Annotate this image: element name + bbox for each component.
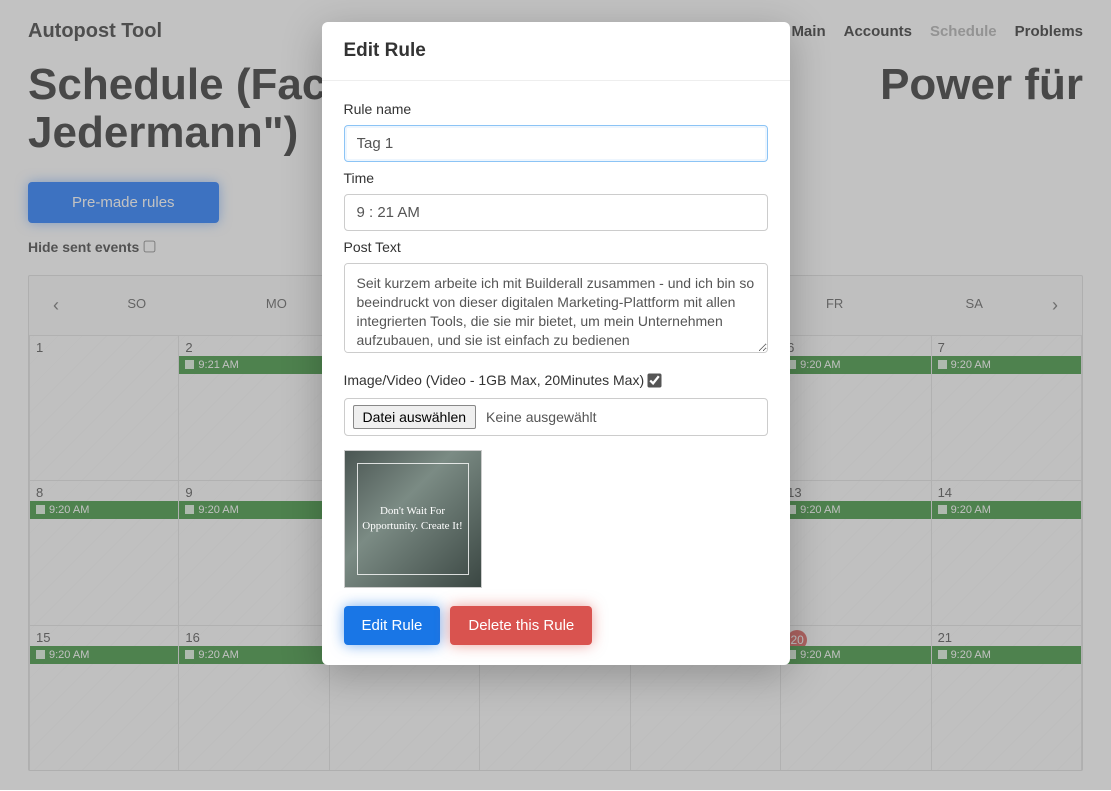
post-text-label: Post Text xyxy=(344,239,768,255)
time-label: Time xyxy=(344,170,768,186)
modal-title: Edit Rule xyxy=(322,22,790,81)
rule-name-input[interactable] xyxy=(344,125,768,162)
thumbnail-preview[interactable]: Don't Wait For Opportunity. Create It! xyxy=(344,450,482,588)
image-video-label: Image/Video (Video - 1GB Max, 20Minutes … xyxy=(344,372,768,388)
image-video-checkbox[interactable] xyxy=(647,373,661,387)
edit-rule-button[interactable]: Edit Rule xyxy=(344,606,441,645)
time-input[interactable] xyxy=(344,194,768,231)
thumbnail-quote: Don't Wait For Opportunity. Create It! xyxy=(345,504,481,534)
image-video-label-text: Image/Video (Video - 1GB Max, 20Minutes … xyxy=(344,372,645,388)
rule-name-label: Rule name xyxy=(344,101,768,117)
delete-rule-button[interactable]: Delete this Rule xyxy=(450,606,592,645)
post-text-input[interactable]: Seit kurzem arbeite ich mit Builderall z… xyxy=(344,263,768,353)
edit-rule-modal: Edit Rule Rule name Time Post Text Seit … xyxy=(322,22,790,665)
file-input-wrap: Datei auswählen Keine ausgewählt xyxy=(344,398,768,436)
file-choose-button[interactable]: Datei auswählen xyxy=(353,405,477,429)
file-status-text: Keine ausgewählt xyxy=(486,409,597,425)
